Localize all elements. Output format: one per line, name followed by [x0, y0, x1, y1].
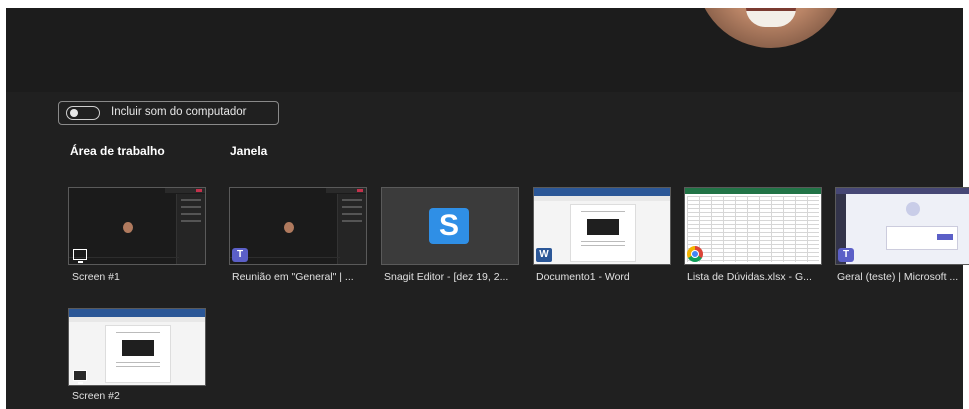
toggle-switch[interactable]: [66, 106, 100, 120]
word-icon: W: [536, 248, 552, 262]
desktop-section-heading: Área de trabalho: [70, 144, 165, 158]
teams-app-window-label: Geral (teste) | Microsoft ...: [837, 271, 959, 283]
spreadsheet-browser-window-thumbnail[interactable]: [684, 187, 822, 265]
meeting-participant-face: [284, 222, 294, 233]
toggle-knob: [70, 109, 78, 117]
snagit-editor-window-thumbnail[interactable]: S: [381, 187, 519, 265]
screen-2-label: Screen #2: [72, 390, 120, 402]
toggle-label: Incluir som do computador: [111, 106, 247, 118]
teams-meeting-window-thumbnail[interactable]: T: [229, 187, 367, 265]
screen-1-label: Screen #1: [72, 271, 120, 283]
monitor-icon: [73, 370, 87, 384]
teams-meeting-window-label: Reunião em "General" | ...: [232, 271, 354, 283]
screen-2-thumbnail[interactable]: [68, 308, 206, 386]
screen-1-thumbnail[interactable]: [68, 187, 206, 265]
snagit-icon: S: [429, 208, 469, 244]
word-document-window-thumbnail[interactable]: W: [533, 187, 671, 265]
chrome-icon: [687, 246, 703, 262]
include-computer-sound-toggle[interactable]: Incluir som do computador: [58, 101, 279, 125]
teams-app-window-thumbnail[interactable]: T: [835, 187, 969, 265]
window-section-heading: Janela: [230, 144, 268, 158]
snagit-editor-window-label: Snagit Editor - [dez 19, 2...: [384, 271, 509, 283]
monitor-icon: [73, 249, 87, 263]
teams-icon: T: [232, 248, 248, 262]
spreadsheet-browser-window-label: Lista de Dúvidas.xlsx - G...: [687, 271, 812, 283]
teams-icon: T: [838, 248, 854, 262]
meeting-participant-face: [123, 222, 133, 233]
word-document-window-label: Documento1 - Word: [536, 271, 630, 283]
video-preview-area: [6, 8, 963, 92]
participant-video: [696, 8, 846, 48]
